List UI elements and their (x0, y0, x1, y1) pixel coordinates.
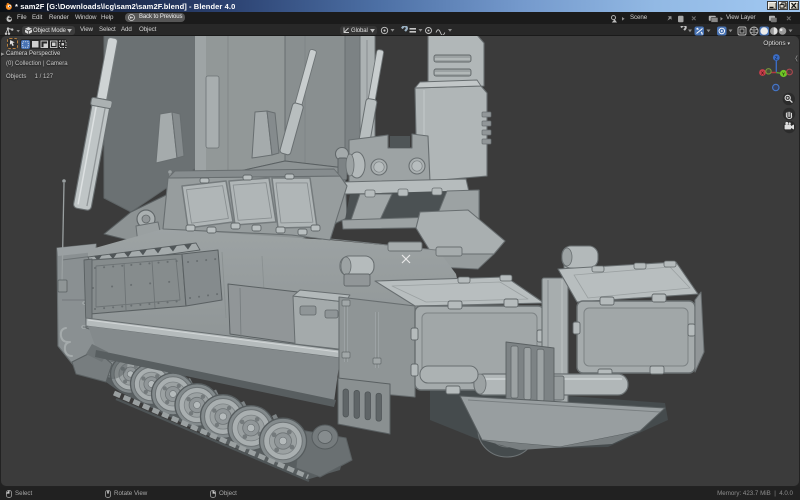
svg-text:Y: Y (782, 72, 785, 77)
svg-text:X: X (761, 71, 764, 76)
svg-text:Z: Z (775, 56, 778, 61)
